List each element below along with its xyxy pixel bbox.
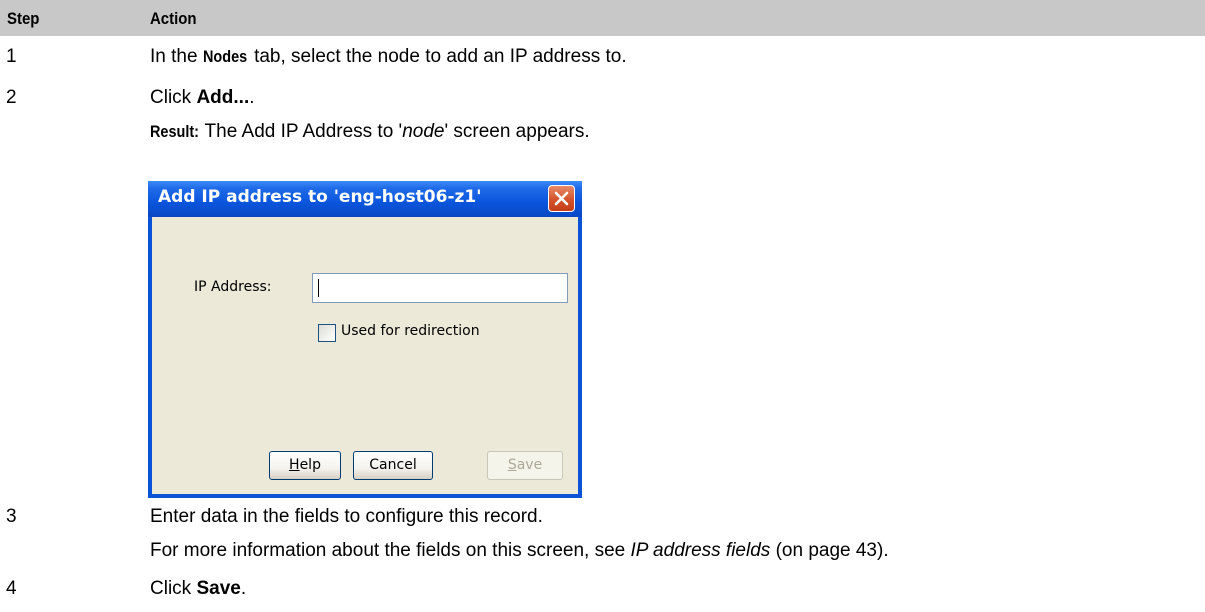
step-4-bold: Save: [196, 578, 241, 599]
step-1-pre: In the: [150, 46, 203, 67]
add-ip-address-dialog: Add IP address to 'eng-host06-z1' IP Add…: [148, 181, 582, 498]
step-2-result: Result: The Add IP Address to 'node' scr…: [150, 121, 590, 143]
step-3-line-2-post: (on page 43).: [770, 540, 889, 561]
action-column-header: Action: [150, 9, 197, 28]
close-x-icon[interactable]: [548, 185, 575, 212]
help-label: elp: [299, 457, 321, 473]
result-label: Result:: [150, 122, 199, 141]
table-header: Step Action: [0, 0, 1205, 36]
save-button[interactable]: Save: [487, 451, 563, 480]
cancel-button[interactable]: Cancel: [353, 451, 433, 480]
step-number-2: 2: [6, 87, 17, 108]
ip-address-input[interactable]: [312, 273, 568, 303]
text-caret: [318, 279, 319, 297]
step-number-4: 4: [6, 578, 17, 599]
step-number-1: 1: [6, 46, 17, 67]
step-2-post: .: [249, 87, 255, 108]
dialog-body: IP Address: Used for redirection Help Ca…: [152, 217, 578, 494]
result-pre: The Add IP Address to ': [199, 121, 403, 142]
step-2-text: Click Add....: [150, 87, 255, 109]
step-4-text: Click Save.: [150, 578, 246, 600]
step-2-bold: Add...: [196, 87, 250, 108]
used-for-redirection-label: Used for redirection: [341, 323, 480, 339]
result-italic: node: [402, 121, 445, 142]
save-mnemonic: S: [507, 457, 517, 473]
dialog-titlebar: Add IP address to 'eng-host06-z1': [148, 181, 582, 217]
used-for-redirection-checkbox[interactable]: [318, 324, 336, 342]
step-1-text: In the Nodes tab, select the node to add…: [150, 46, 627, 68]
step-1-bold: Nodes: [202, 47, 248, 66]
step-4-pre: Click: [150, 578, 197, 599]
help-button[interactable]: Help: [269, 451, 341, 480]
step-number-3: 3: [6, 506, 17, 527]
ip-address-fields-link[interactable]: IP address fields: [631, 540, 771, 561]
step-column-header: Step: [7, 9, 40, 28]
step-2-pre: Click: [150, 87, 197, 108]
step-3-line-2-pre: For more information about the fields on…: [150, 540, 631, 561]
step-1-post: tab, select the node to add an IP addres…: [248, 46, 627, 67]
result-post: ' screen appears.: [444, 121, 590, 142]
save-label: ave: [516, 457, 543, 473]
dialog-title: Add IP address to 'eng-host06-z1': [158, 187, 482, 207]
ip-address-label: IP Address:: [194, 279, 272, 295]
help-mnemonic: H: [289, 457, 300, 473]
step-4-post: .: [240, 578, 247, 599]
step-3-line-1: Enter data in the fields to configure th…: [150, 506, 543, 527]
step-3-line-2: For more information about the fields on…: [150, 540, 889, 562]
